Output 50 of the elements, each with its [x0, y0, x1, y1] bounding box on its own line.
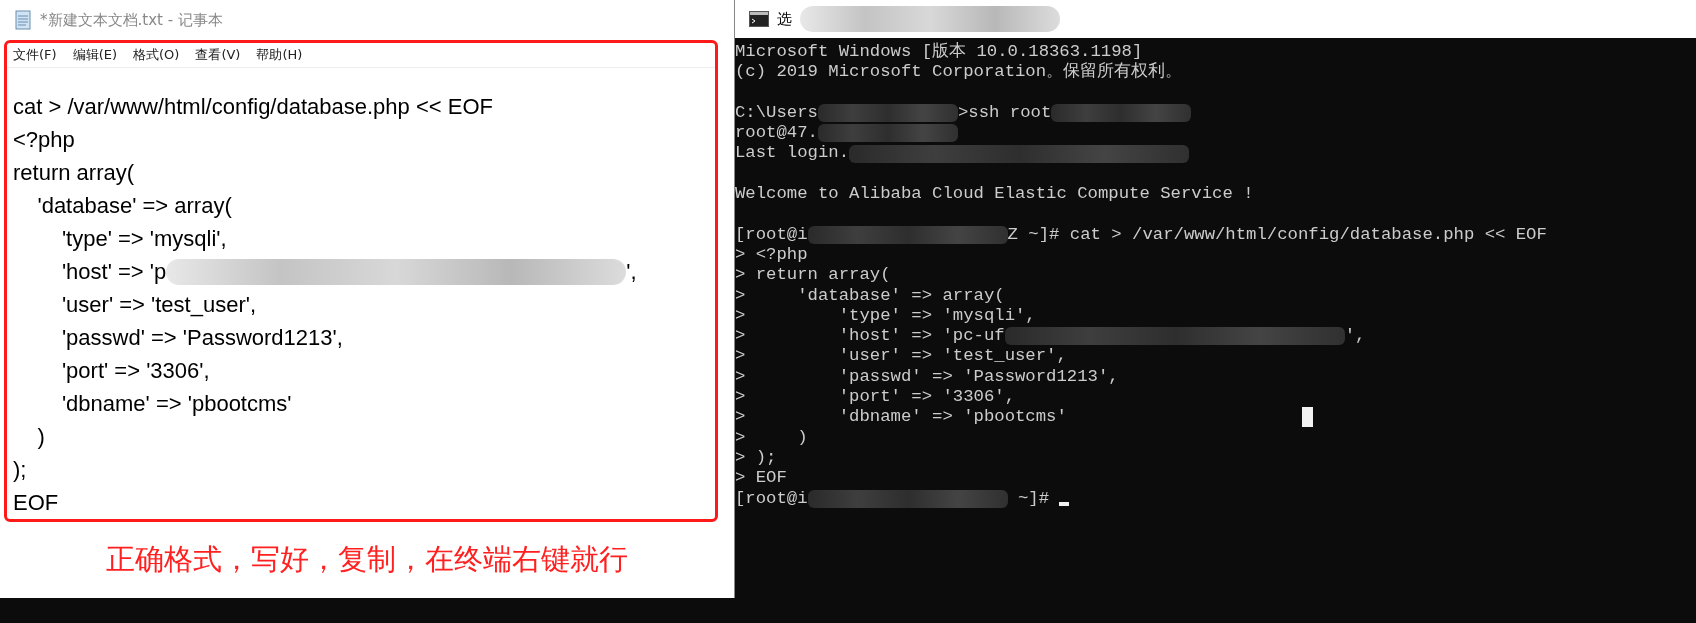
code-line: EOF	[13, 489, 59, 517]
terminal-line: Last login.	[735, 143, 850, 164]
terminal-line: Z ~]# cat > /var/www/html/config/database.php << EOF	[1007, 224, 1547, 245]
terminal-line: >ssh root	[957, 102, 1052, 124]
code-line: )	[36, 423, 45, 451]
menu-item[interactable]: 查看(V)	[195, 45, 241, 65]
terminal-line: ~]#	[1016, 488, 1051, 509]
menu-item[interactable]: 格式(O)	[133, 45, 180, 65]
terminal-line: C:\Users	[735, 102, 818, 124]
terminal-line: ',	[1344, 326, 1366, 347]
cursor-icon	[1059, 501, 1070, 506]
window-title: *新建文本文档.txt - 记事本	[40, 9, 223, 31]
terminal-line: root@47.	[735, 123, 818, 144]
terminal-line: > 'passwd' => 'Password1213',	[735, 366, 1119, 388]
window-title: 选	[777, 8, 792, 30]
console-icon	[749, 11, 769, 27]
terminal-line: > )	[735, 427, 808, 448]
terminal-line: > 'dbname' => 'pbootcms'	[735, 407, 1067, 428]
code-line: 'database' => array(	[36, 192, 232, 220]
code-line: 'passwd' => 'Password1213',	[60, 324, 343, 352]
terminal-line: > 'user' => 'test_user',	[735, 346, 1067, 367]
code-line: 'dbname' => 'pbootcms'	[60, 390, 292, 418]
terminal-line: > 'port' => '3306',	[735, 387, 1015, 408]
terminal-line: > );	[735, 447, 777, 469]
terminal-line: > 'type' => 'mysqli',	[735, 305, 1036, 327]
terminal-line: > 'host' => 'pc-uf	[735, 326, 1005, 347]
terminal-line: > EOF	[735, 468, 787, 489]
code-line: );	[13, 456, 27, 484]
code-line: 'host' => 'p	[60, 258, 167, 286]
terminal-line: (c) 2019 Microsoft Corporation。保留所有权利。	[735, 62, 1183, 83]
terminal-line: Microsoft Windows [版本 10.0.18363.1198]	[735, 42, 1143, 62]
terminal-line: [root@i	[735, 224, 808, 245]
terminal-line: > 'database' => array(	[735, 285, 1005, 306]
code-line: 'port' => '3306',	[60, 357, 210, 385]
code-line: ',	[626, 258, 637, 286]
terminal-line: > <?php	[735, 244, 808, 266]
code-line: return array(	[13, 159, 135, 187]
menu-item[interactable]: 文件(F)	[13, 45, 57, 65]
terminal-line: [root@i	[735, 488, 808, 509]
code-line: cat > /var/www/html/config/database.php << EOF	[13, 93, 493, 121]
notepad-icon	[14, 10, 32, 30]
code-line: 'user' => 'test_user',	[60, 291, 257, 319]
menu-item[interactable]: 编辑(E)	[72, 45, 117, 65]
code-line: 'type' => 'mysqli',	[60, 225, 227, 253]
text-cursor-icon	[1302, 407, 1313, 428]
terminal-line: Welcome to Alibaba Cloud Elastic Compute Service !	[735, 184, 1254, 205]
annotation-text: 正确格式，写好，复制，在终端右键就行	[105, 541, 629, 578]
menu-item[interactable]: 帮助(H)	[256, 45, 303, 65]
terminal-line: > return array(	[735, 265, 891, 286]
code-line: <?php	[13, 126, 75, 154]
